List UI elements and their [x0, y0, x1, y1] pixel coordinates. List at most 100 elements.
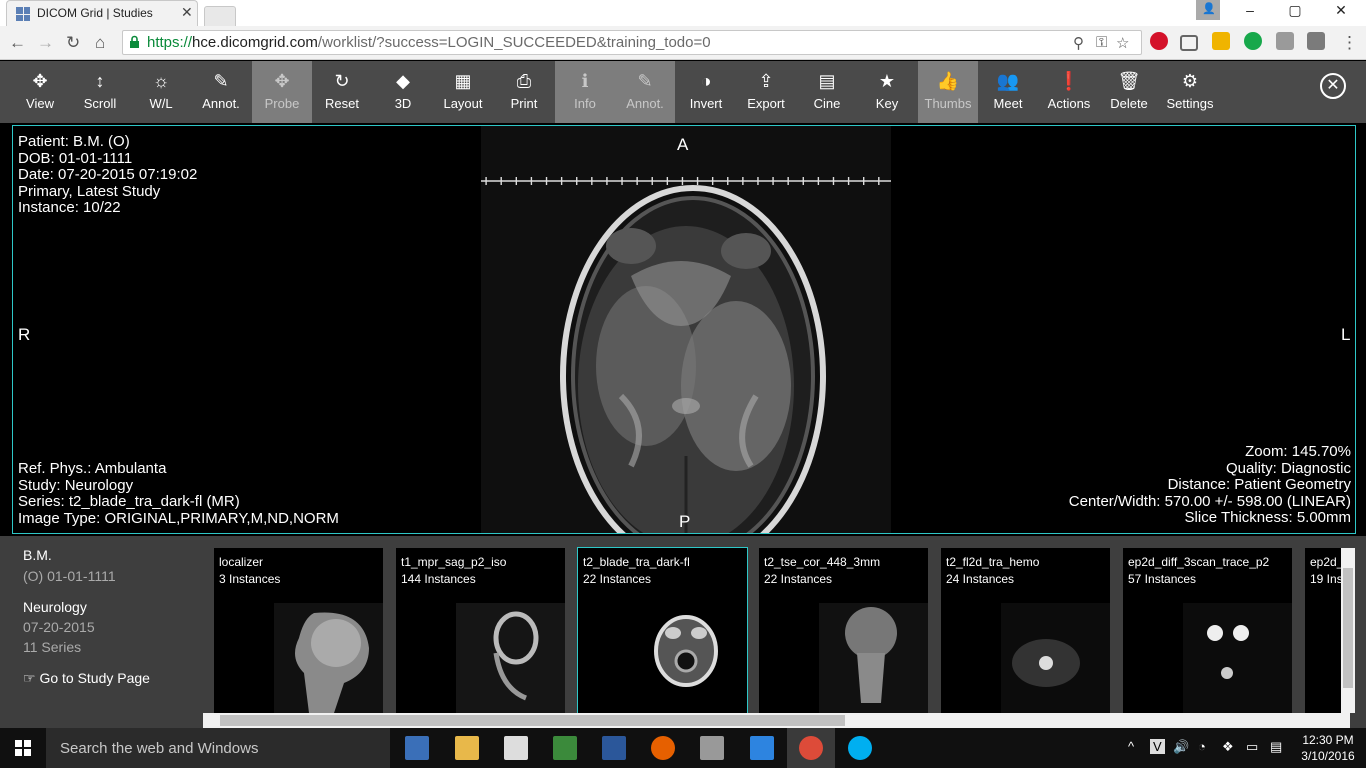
series-name: ep2d_diff_3scan_trace_p2	[1128, 555, 1270, 569]
dropbox-tray-icon[interactable]: ❖	[1222, 739, 1234, 755]
window-close-button[interactable]: ✕	[1318, 2, 1364, 22]
cube-icon: ◆	[396, 71, 410, 91]
alert-icon: ❗	[1057, 71, 1081, 91]
scrollbar-thumb[interactable]	[220, 715, 845, 726]
home-icon[interactable]: ⌂	[95, 33, 105, 53]
tab-close-icon[interactable]: ✕	[181, 4, 193, 21]
series-name: t2_fl2d_tra_hemo	[946, 555, 1040, 569]
invert-button[interactable]: ◑ Invert	[676, 61, 736, 123]
minimize-button[interactable]: –	[1227, 2, 1273, 22]
pencil-icon: ✎	[637, 71, 653, 91]
dropbox-icon[interactable]	[750, 736, 774, 760]
ra-app-icon[interactable]	[553, 736, 577, 760]
orientation-posterior: P	[679, 512, 691, 531]
new-tab-button[interactable]	[204, 6, 236, 27]
volume-icon[interactable]: 🔊	[1173, 739, 1189, 755]
chrome-menu-icon[interactable]: ⋮	[1341, 33, 1358, 53]
view-tool-button[interactable]: ✥ View	[10, 61, 70, 123]
series-thumbnail-strip: localizer 3 Instances t1_mpr_sag_p2_iso …	[203, 536, 1366, 728]
cast-icon[interactable]	[1180, 35, 1198, 51]
forward-arrow-icon[interactable]: →	[37, 33, 54, 53]
export-button[interactable]: ⇪ Export	[736, 61, 796, 123]
window-level-tool-button[interactable]: ☼ W/L	[131, 61, 191, 123]
3d-button[interactable]: ◆ 3D	[373, 61, 433, 123]
scanner-app-icon[interactable]	[700, 736, 724, 760]
reload-icon[interactable]: ↻	[66, 33, 80, 53]
bookmark-star-icon[interactable]: ☆	[1116, 34, 1129, 52]
extension-icon[interactable]	[1307, 32, 1325, 50]
series-thumbnail[interactable]: t1_mpr_sag_p2_iso 144 Instances	[396, 548, 565, 713]
grammarly-icon[interactable]	[1244, 32, 1262, 50]
tray-chevron-icon[interactable]: ^	[1128, 739, 1134, 754]
browser-tab[interactable]: DICOM Grid | Studies ✕	[6, 0, 198, 26]
wifi-icon[interactable]: ◔	[1198, 739, 1206, 754]
notifications-icon[interactable]: ▤	[1270, 739, 1282, 755]
system-clock[interactable]: 12:30 PM 3/10/2016	[1296, 732, 1360, 764]
close-viewer-icon[interactable]: ✕	[1320, 73, 1346, 99]
meet-button[interactable]: 👥 Meet	[978, 61, 1038, 123]
series-name: t1_mpr_sag_p2_iso	[401, 555, 507, 569]
vertical-scrollbar[interactable]	[1341, 548, 1355, 713]
scroll-tool-button[interactable]: ↕ Scroll	[70, 61, 130, 123]
search-placeholder: Search the web and Windows	[60, 740, 259, 757]
series-instances: 19 Inst	[1310, 572, 1341, 586]
film-icon: ▤	[818, 71, 836, 91]
url-bar[interactable]: https://hce.dicomgrid.com/worklist/?succ…	[122, 30, 1142, 55]
info-icon: ℹ	[581, 71, 589, 91]
thumbs-toggle-button[interactable]: 👍 Thumbs	[918, 61, 978, 123]
zoom-icon[interactable]: ⚲	[1073, 34, 1084, 52]
key-icon[interactable]: ⚿	[1096, 34, 1107, 51]
probe-tool-button[interactable]: ✥ Probe	[252, 61, 312, 123]
image-viewport[interactable]: Patient: B.M. (O) DOB: 01-01-1111 Date: …	[12, 125, 1356, 534]
slice-thickness-text: Slice Thickness: 5.00mm	[1184, 509, 1351, 527]
puzzle-extension-icon[interactable]	[1276, 32, 1294, 50]
scrollbar-thumb[interactable]	[1343, 568, 1353, 688]
cine-button[interactable]: ▤ Cine	[797, 61, 857, 123]
series-instances: 3 Instances	[219, 572, 281, 586]
firefox-icon[interactable]	[651, 736, 675, 760]
annotate-tool-button[interactable]: ✎ Annot.	[191, 61, 251, 123]
horizontal-scrollbar[interactable]	[203, 713, 1350, 728]
chrome-taskbar-button[interactable]	[787, 728, 835, 768]
study-info-panel: B.M. (O) 01-01-1111 Neurology 07-20-2015…	[0, 536, 203, 728]
reset-button[interactable]: ↻ Reset	[312, 61, 372, 123]
v-app-icon[interactable]: V	[1150, 739, 1165, 754]
study-date: 07-20-2015	[23, 619, 95, 635]
word-icon[interactable]	[602, 736, 626, 760]
trash-icon: 🗑	[1117, 71, 1141, 91]
series-name: localizer	[219, 555, 264, 569]
move-icon: ✥	[32, 71, 48, 91]
task-view-icon[interactable]	[405, 736, 429, 760]
maximize-button[interactable]: ▢	[1272, 2, 1318, 22]
orientation-anterior: A	[677, 135, 689, 154]
skype-icon[interactable]	[848, 736, 872, 760]
patient-info-overlay: Patient: B.M. (O) DOB: 01-01-1111 Date: …	[18, 133, 197, 216]
layout-button[interactable]: ▦ Layout	[433, 61, 493, 123]
series-thumbnail-selected[interactable]: t2_blade_tra_dark-fl 22 Instances	[577, 547, 748, 714]
store-icon[interactable]	[504, 736, 528, 760]
annotations-toggle-button[interactable]: ✎ Annot.	[615, 61, 675, 123]
study-name-text: Study: Neurology	[18, 476, 134, 494]
opera-extension-icon[interactable]	[1150, 32, 1168, 50]
delete-button[interactable]: 🗑 Delete	[1099, 61, 1159, 123]
windows-start-icon[interactable]	[15, 740, 31, 756]
series-thumbnail[interactable]: localizer 3 Instances	[214, 548, 383, 713]
print-button[interactable]: ⎙ Print	[494, 61, 554, 123]
key-image-button[interactable]: ★ Key	[857, 61, 917, 123]
taskbar-search[interactable]: Search the web and Windows	[46, 728, 390, 768]
extension-icon[interactable]	[1212, 32, 1230, 50]
go-to-study-link[interactable]: ☞ Go to Study Page	[23, 670, 150, 687]
profile-button[interactable]: 👤	[1196, 0, 1220, 20]
browser-toolbar: ← → ↻ ⌂ https://hce.dicomgrid.com/workli…	[0, 26, 1366, 60]
series-thumbnail[interactable]: ep2d_diff_3scan_trace_p2 57 Instances	[1123, 548, 1292, 713]
info-toggle-button[interactable]: ℹ Info	[555, 61, 615, 123]
back-arrow-icon[interactable]: ←	[9, 33, 26, 53]
battery-icon[interactable]: ▭	[1246, 739, 1258, 755]
series-thumbnail[interactable]: t2_fl2d_tra_hemo 24 Instances	[941, 548, 1110, 713]
settings-button[interactable]: ⚙ Settings	[1160, 61, 1220, 123]
series-thumbnail[interactable]: t2_tse_cor_448_3mm 22 Instances	[759, 548, 928, 713]
series-name: ep2d_d	[1310, 555, 1341, 569]
series-thumbnail[interactable]: ep2d_d 19 Inst	[1305, 548, 1341, 713]
file-explorer-icon[interactable]	[455, 736, 479, 760]
actions-button[interactable]: ❗ Actions	[1039, 61, 1099, 123]
